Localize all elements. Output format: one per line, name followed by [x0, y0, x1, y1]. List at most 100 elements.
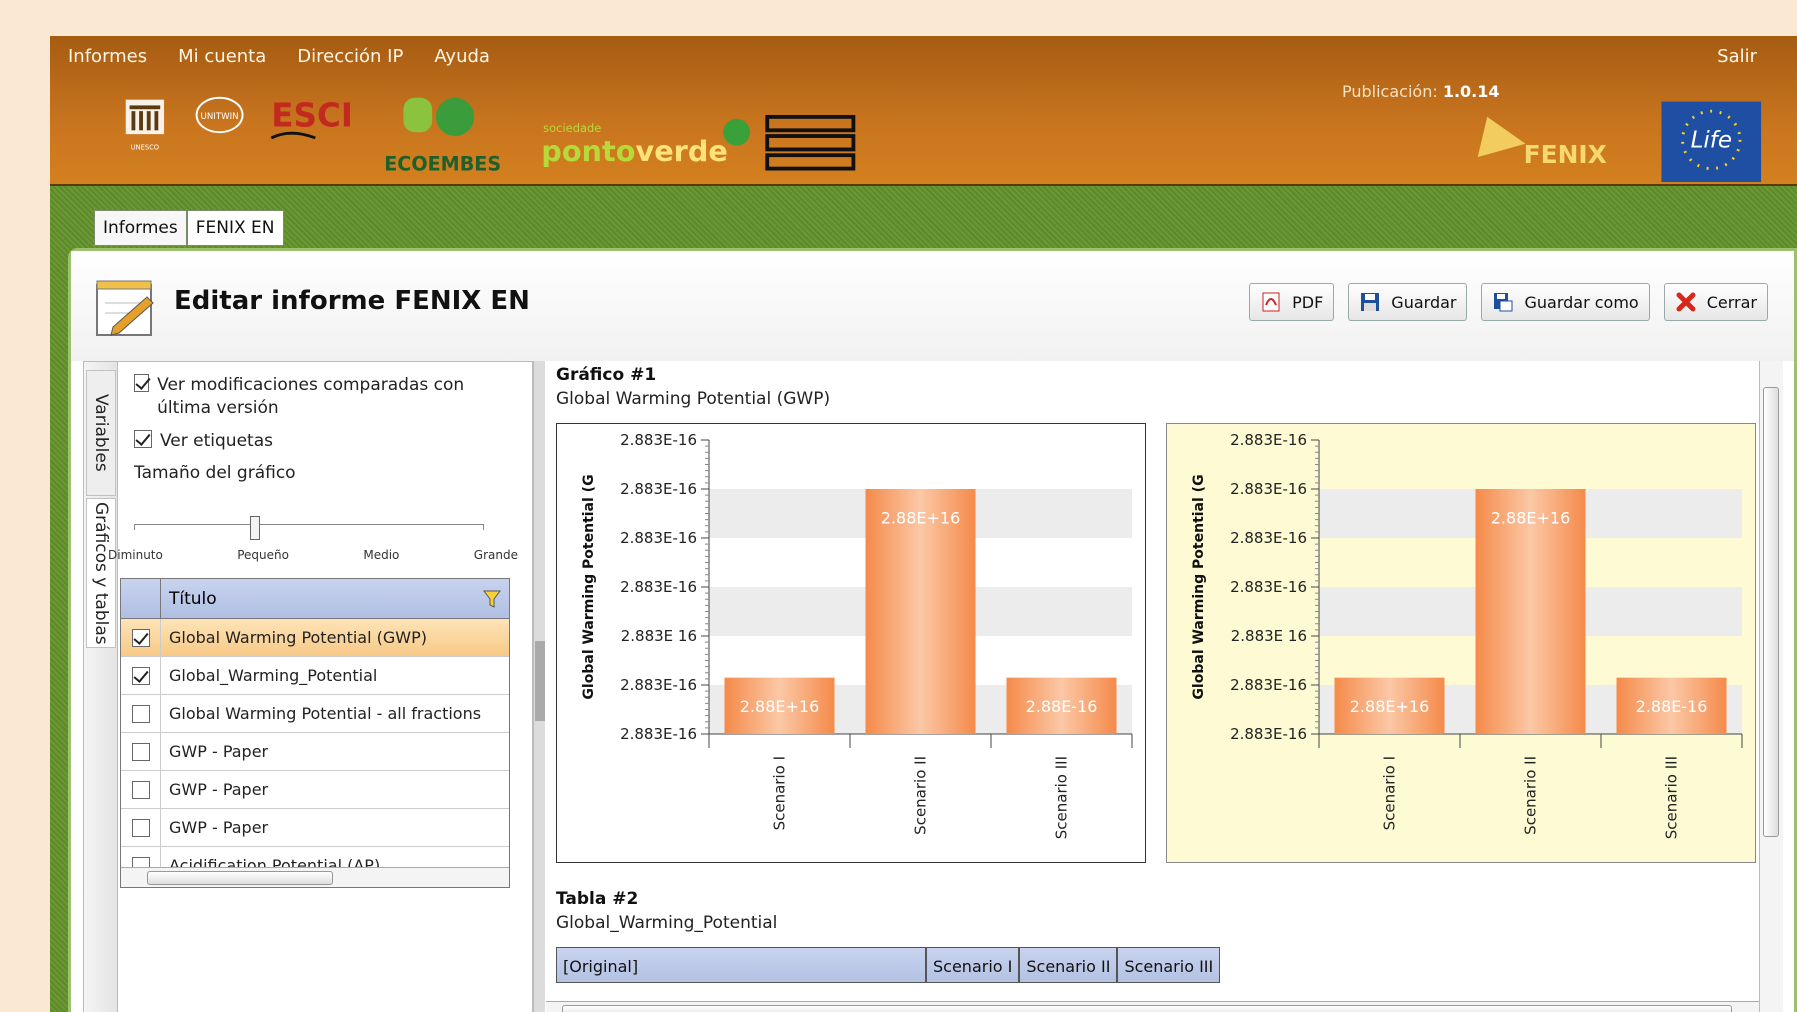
panel-toolbar: PDF Guardar Guardar como Cerrar — [1249, 283, 1768, 321]
menu-item-ayuda[interactable]: Ayuda — [434, 46, 490, 67]
esci-logo: ESCI — [270, 96, 353, 140]
save-as-label: Guardar como — [1524, 292, 1639, 312]
table-row[interactable]: GWP - Paper — [121, 809, 509, 847]
tab-informes[interactable]: Informes — [94, 210, 187, 246]
panel-splitter[interactable] — [533, 361, 545, 1012]
row-checkbox[interactable] — [131, 780, 150, 799]
chart-2[interactable]: 2.883E-16 2.883E-16 2.883E-16 2.883E-16 2.88… — [1166, 423, 1756, 863]
compare-option[interactable]: Ver modificaciones comparadas con última… — [134, 374, 514, 420]
close-button[interactable]: Cerrar — [1663, 283, 1768, 321]
y-tick-label: 2.883E-16 — [620, 578, 697, 596]
ecoembes-logo: ECOEMBES — [384, 97, 501, 176]
pe-logo — [765, 114, 856, 171]
tick-medio: Medio — [363, 548, 400, 562]
menu-item-informes[interactable]: Informes — [68, 46, 147, 67]
row-title: Global Warming Potential (GWP) — [169, 628, 427, 647]
table-section-subtitle: Global_Warming_Potential — [556, 913, 778, 933]
row-title: GWP - Paper — [169, 780, 269, 799]
slider-track — [134, 524, 484, 530]
filter-icon[interactable] — [483, 589, 501, 609]
svg-text:ESCI: ESCI — [271, 96, 353, 134]
tab-variables[interactable]: Variables — [86, 370, 116, 496]
y-tick-label: 2.883E-16 — [1230, 529, 1307, 547]
row-checkbox[interactable] — [131, 666, 150, 685]
x-tick-label: Scenario I — [1381, 756, 1399, 830]
x-tick-label: Scenario II — [1522, 756, 1540, 835]
top-banner: Informes Mi cuenta Dirección IP Ayuda Sa… — [50, 36, 1797, 186]
grid-header-title[interactable]: Título — [161, 579, 509, 618]
charts-grid: Título Global Warming Potential (GWP) Gl… — [120, 578, 510, 888]
y-tick-label: 2.883E-16 — [1230, 676, 1307, 694]
y-tick-label: 2.883E-16 — [620, 725, 697, 743]
size-label: Tamaño del gráfico — [134, 463, 296, 483]
labels-option[interactable]: Ver etiquetas — [134, 430, 514, 453]
y-axis-label: Global Warming Potential (G — [581, 474, 597, 699]
save-button[interactable]: Guardar — [1348, 283, 1468, 321]
close-icon — [1676, 292, 1696, 312]
y-tick-label: 2.883E-16 — [620, 676, 697, 694]
slider-thumb[interactable] — [250, 516, 260, 540]
tab-fenix-en[interactable]: FENIX EN — [186, 210, 284, 246]
main-menu: Informes Mi cuenta Dirección IP Ayuda — [68, 46, 490, 67]
row-checkbox[interactable] — [131, 628, 150, 647]
page-title: Editar informe FENIX EN — [174, 286, 530, 316]
row-checkbox[interactable] — [131, 704, 150, 723]
table-section-title: Tabla #2 — [556, 889, 639, 909]
grid-header: Título — [121, 579, 509, 619]
chart-options: Ver modificaciones comparadas con última… — [134, 374, 514, 483]
pdf-label: PDF — [1292, 292, 1324, 312]
table-row[interactable]: Global Warming Potential - all fractions — [121, 695, 509, 733]
table-row[interactable]: Global_Warming_Potential — [121, 657, 509, 695]
preview-vscroll-thumb[interactable] — [1763, 387, 1779, 837]
unesco-logo: UNESCO — [125, 99, 165, 151]
tab-charts-tables[interactable]: Gráficos y tablas — [86, 498, 116, 648]
chart-2-svg: 2.883E-16 2.883E-16 2.883E-16 2.883E-16 2.88… — [1191, 431, 1743, 839]
y-tick-label: 2.883E-16 — [1230, 431, 1307, 449]
splitter-grip[interactable] — [535, 641, 545, 721]
life-logo: Life — [1661, 101, 1762, 182]
svg-text:UNITWIN: UNITWIN — [201, 112, 239, 122]
bar-data-label: 2.88E+16 — [1491, 508, 1571, 527]
y-tick-label: 2.883E-16 — [1230, 480, 1307, 498]
chart-1[interactable]: 2.883E-16 2.883E-16 2.883E-16 2.883E-16 2.88… — [556, 423, 1146, 863]
save-as-icon — [1494, 293, 1513, 312]
x-tick-label: Scenario III — [1663, 756, 1681, 839]
close-label: Cerrar — [1706, 292, 1757, 312]
save-label: Guardar — [1391, 292, 1457, 312]
preview-vertical-scrollbar[interactable] — [1759, 361, 1783, 1012]
menu-item-mi-cuenta[interactable]: Mi cuenta — [178, 46, 266, 67]
svg-text:UNESCO: UNESCO — [131, 143, 159, 151]
compare-checkbox[interactable] — [134, 374, 150, 392]
row-checkbox[interactable] — [131, 818, 150, 837]
compare-label: Ver modificaciones comparadas con última… — [157, 375, 465, 418]
preview-hscroll-thumb[interactable] — [562, 1005, 1732, 1012]
data-table: [Original] Scenario I Scenario II Scenar… — [556, 947, 1221, 983]
bar-data-label: 2.88E+16 — [740, 697, 820, 716]
x-tick-label: Scenario II — [912, 756, 930, 835]
pdf-button[interactable]: PDF — [1249, 283, 1335, 321]
chart-section-subtitle: Global Warming Potential (GWP) — [556, 389, 831, 409]
row-title: GWP - Paper — [169, 818, 269, 837]
labels-checkbox[interactable] — [134, 430, 152, 448]
row-title: Global_Warming_Potential — [169, 666, 378, 685]
slider-ticks: Diminuto Pequeño Medio Grande — [108, 548, 518, 562]
preview-horizontal-scrollbar[interactable] — [546, 1001, 1759, 1012]
row-checkbox[interactable] — [131, 742, 150, 761]
menu-item-direccion-ip[interactable]: Dirección IP — [297, 46, 403, 67]
tick-pequeno: Pequeño — [237, 548, 289, 562]
table-row[interactable]: Global Warming Potential (GWP) — [121, 619, 509, 657]
grid-horizontal-scrollbar[interactable] — [121, 867, 509, 887]
table-header-scenario-ii: Scenario II — [1019, 947, 1118, 983]
save-icon — [1361, 293, 1380, 311]
grid-scroll-thumb[interactable] — [147, 871, 333, 885]
logout-link[interactable]: Salir — [1717, 46, 1757, 67]
y-tick-label: 2.883E-16 — [620, 480, 697, 498]
report-editor-panel: Editar informe FENIX EN PDF Guardar Guar… — [68, 248, 1797, 1012]
y-tick-label: 2.883E-16 — [620, 529, 697, 547]
pdf-icon — [1262, 292, 1280, 312]
save-as-button[interactable]: Guardar como — [1481, 283, 1650, 321]
x-tick-label: Scenario III — [1053, 756, 1071, 839]
svg-text:ECOEMBES: ECOEMBES — [384, 153, 501, 176]
table-row[interactable]: GWP - Paper — [121, 733, 509, 771]
table-row[interactable]: GWP - Paper — [121, 771, 509, 809]
